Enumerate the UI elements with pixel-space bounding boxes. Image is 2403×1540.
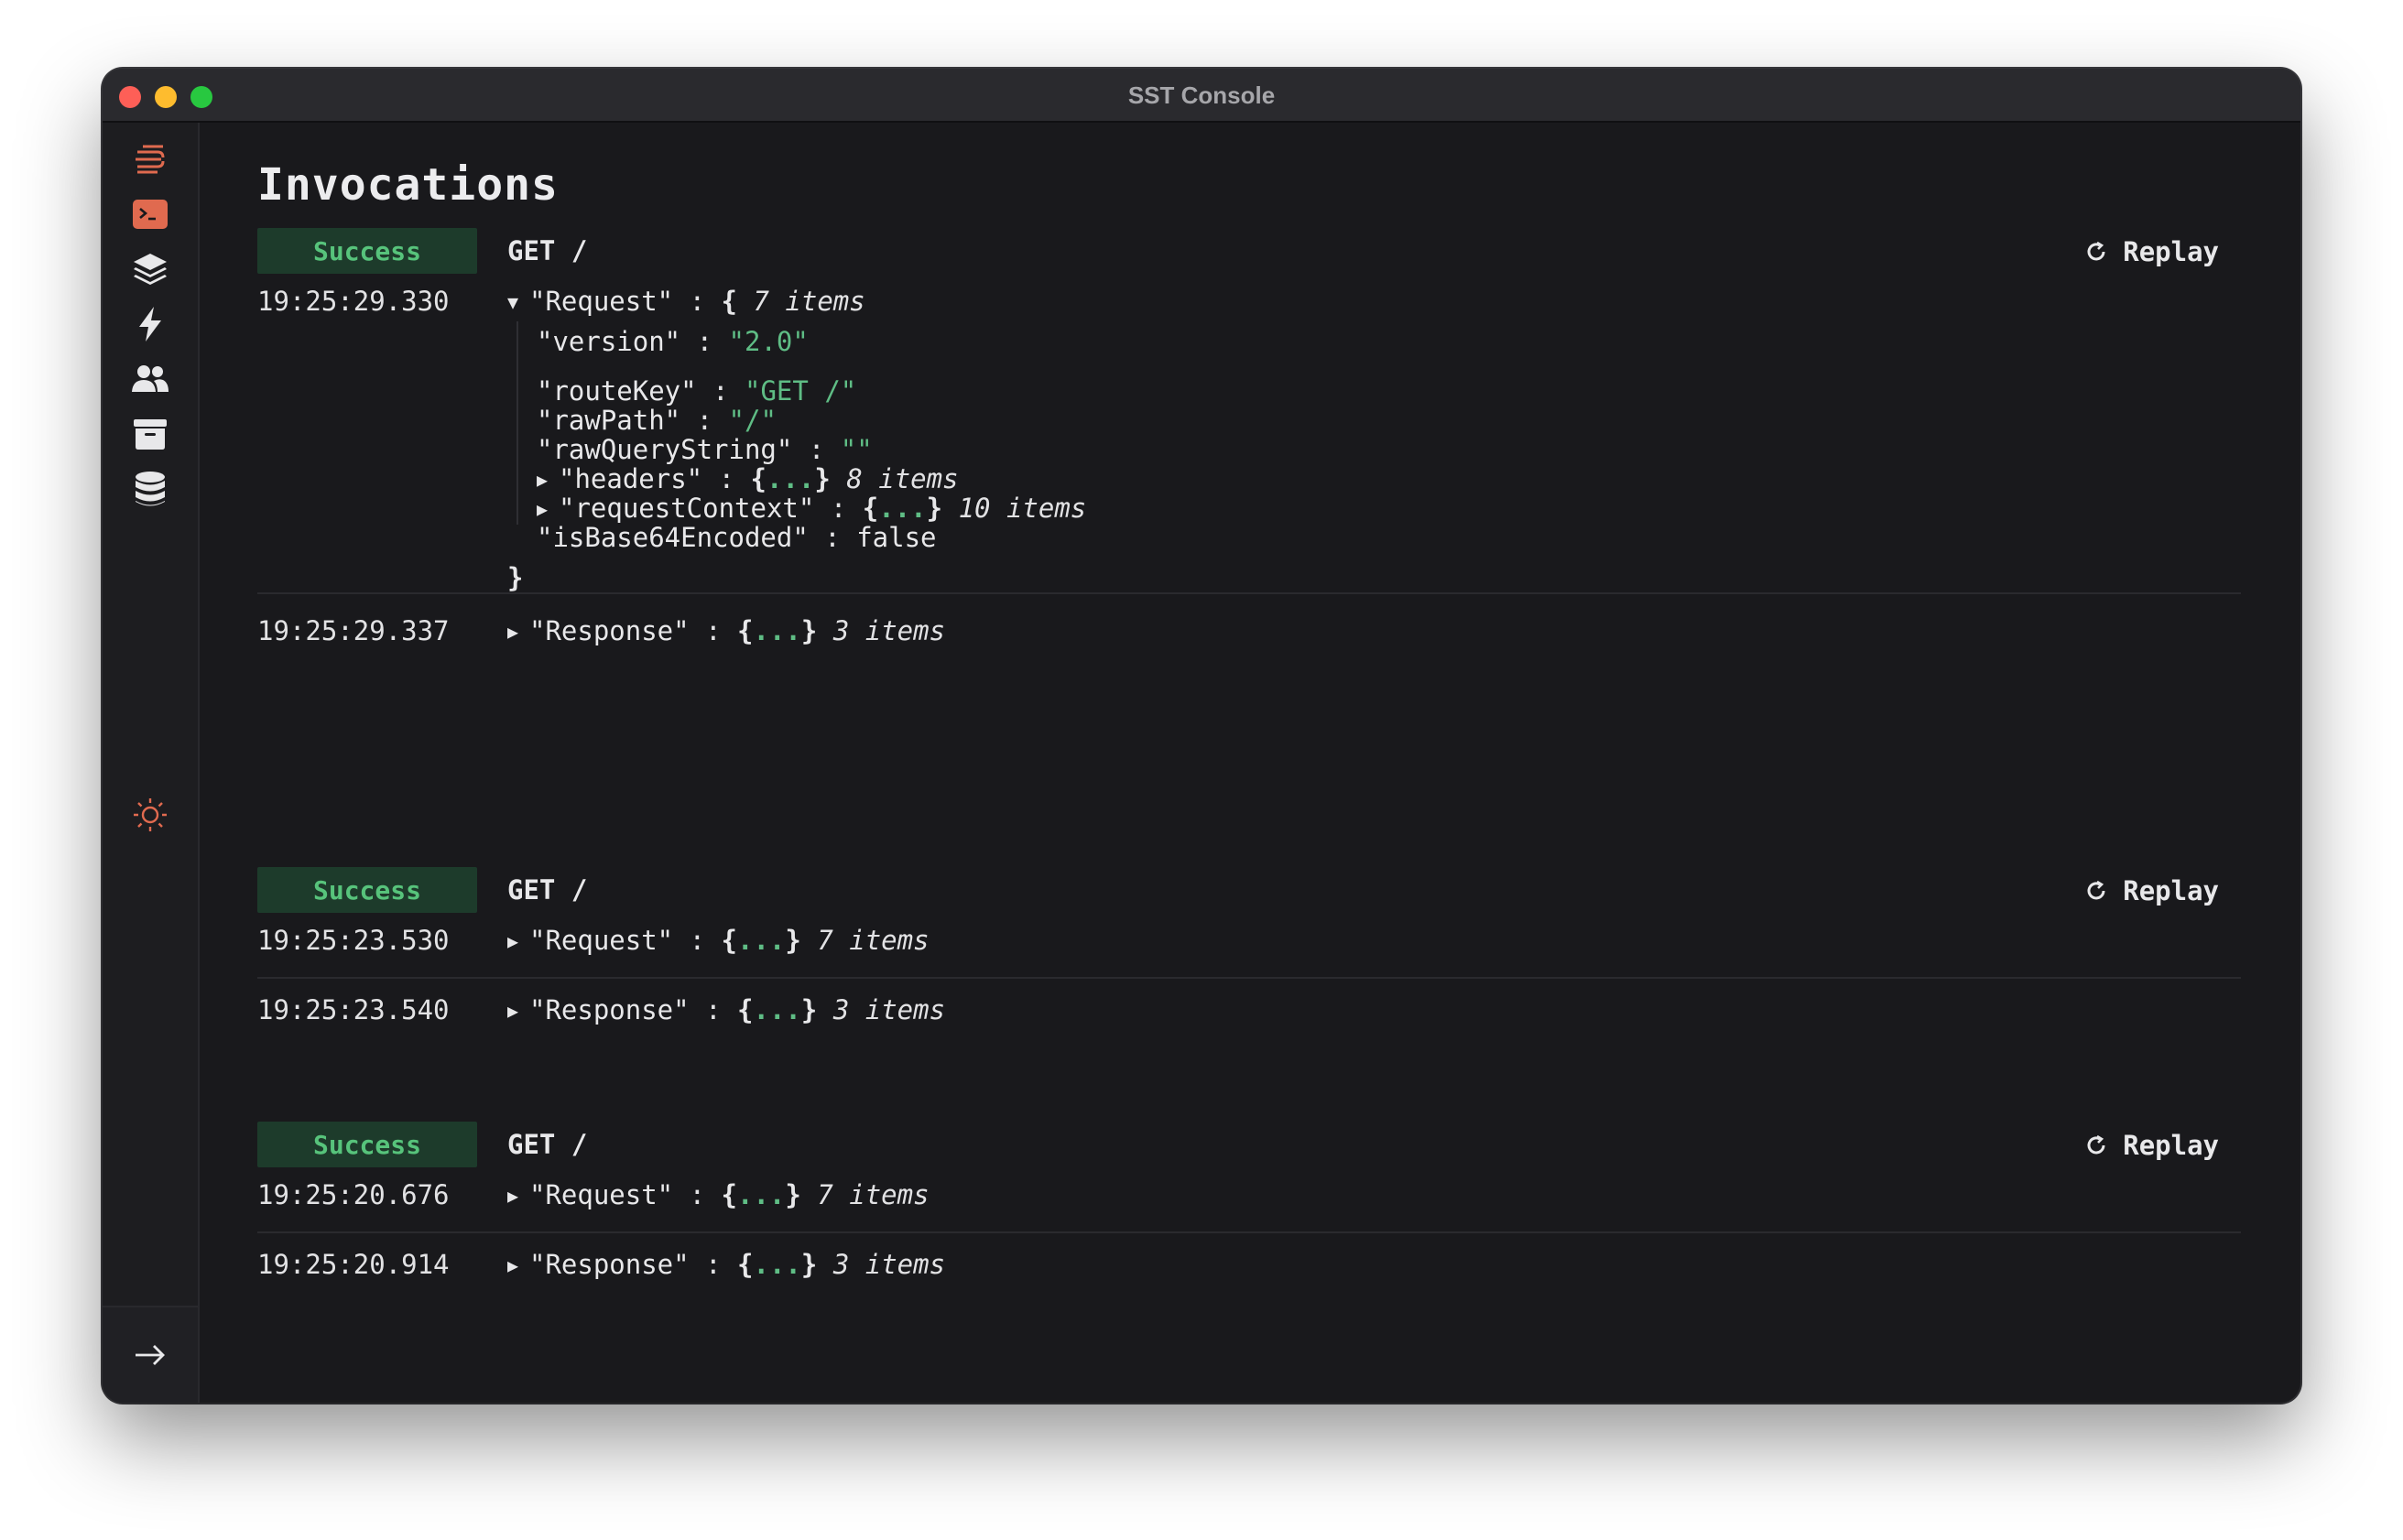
response-node[interactable]: ▶ "Response" : {...} 3 items bbox=[507, 1244, 945, 1285]
json-field-headers[interactable]: ▶ "headers" : {...} 8 items bbox=[537, 459, 1086, 494]
sidebar-footer bbox=[103, 1306, 198, 1403]
invocation-header: Success GET / Replay bbox=[257, 1122, 2241, 1167]
invocation-card: Success GET / Replay 19:25:23.530 ▶ "Requ… bbox=[257, 867, 2241, 1025]
lightning-icon[interactable] bbox=[128, 302, 172, 346]
replay-button[interactable]: Replay bbox=[2084, 233, 2219, 270]
invocation-card: Success GET / Replay 19:25:20.676 ▶ "Requ… bbox=[257, 1122, 2241, 1280]
json-field-routekey: "routeKey" : "GET /" bbox=[537, 375, 857, 407]
request-node[interactable]: ▼ "Request" : { 7 items bbox=[507, 281, 1086, 321]
json-field-isbase64encoded: "isBase64Encoded" : false bbox=[537, 522, 937, 553]
json-field-rawpath: "rawPath" : "/" bbox=[537, 405, 777, 436]
replay-label: Replay bbox=[2123, 1130, 2219, 1161]
replay-button[interactable]: Replay bbox=[2084, 1127, 2219, 1164]
page-title: Invocations bbox=[257, 159, 559, 211]
request-timestamp: 19:25:20.676 bbox=[257, 1179, 450, 1210]
row-divider bbox=[257, 1231, 2241, 1233]
refresh-icon bbox=[2087, 1134, 2105, 1155]
json-field-version: "version" : "2.0" bbox=[537, 326, 809, 357]
replay-label: Replay bbox=[2123, 236, 2219, 267]
request-timestamp: 19:25:23.530 bbox=[257, 925, 450, 956]
sst-logo-icon[interactable] bbox=[128, 137, 172, 181]
caret-down-icon[interactable]: ▼ bbox=[507, 282, 529, 322]
json-field-requestcontext[interactable]: ▶ "requestContext" : {...} 10 items bbox=[537, 488, 1086, 524]
layers-icon[interactable] bbox=[128, 247, 172, 291]
tree-guide-line bbox=[516, 321, 518, 525]
response-timestamp: 19:25:23.540 bbox=[257, 994, 450, 1025]
request-json-tree: ▼ "Request" : { 7 items "version" : "2.0"… bbox=[507, 281, 1086, 598]
request-timestamp: 19:25:29.330 bbox=[257, 286, 450, 317]
route-label: GET / bbox=[507, 1129, 588, 1160]
json-field-rawquerystring: "rawQueryString" : "" bbox=[537, 434, 873, 465]
archive-box-icon[interactable] bbox=[128, 412, 172, 456]
response-node[interactable]: ▶ "Response" : {...} 3 items bbox=[507, 990, 945, 1031]
database-icon[interactable] bbox=[128, 467, 172, 511]
route-label: GET / bbox=[507, 235, 588, 266]
row-divider bbox=[257, 592, 2241, 594]
arrow-right-icon[interactable] bbox=[128, 1333, 172, 1377]
app-window: SST Console Invocations Success GET / Re… bbox=[103, 69, 2300, 1403]
refresh-icon bbox=[2087, 241, 2105, 261]
invocation-card: Success GET / Replay 19:25:29.330 ▼ "Requ… bbox=[257, 228, 2241, 646]
main-content: Invocations Success GET / Replay 19:25:2… bbox=[200, 123, 2300, 1403]
caret-right-icon[interactable]: ▶ bbox=[507, 1176, 529, 1216]
request-node[interactable]: ▶ "Request" : {...} 7 items bbox=[507, 1175, 930, 1216]
route-label: GET / bbox=[507, 874, 588, 906]
sidebar bbox=[103, 123, 200, 1403]
response-timestamp: 19:25:20.914 bbox=[257, 1249, 450, 1280]
caret-right-icon[interactable]: ▶ bbox=[507, 921, 529, 961]
replay-label: Replay bbox=[2123, 875, 2219, 906]
title-bar: SST Console bbox=[103, 69, 2300, 123]
invocation-header: Success GET / Replay bbox=[257, 228, 2241, 274]
refresh-icon bbox=[2087, 880, 2105, 900]
response-node[interactable]: ▶ "Response" : {...} 3 items bbox=[507, 611, 945, 652]
status-badge: Success bbox=[257, 228, 477, 274]
row-divider bbox=[257, 977, 2241, 979]
status-badge: Success bbox=[257, 867, 477, 913]
users-icon[interactable] bbox=[128, 357, 172, 401]
sun-icon[interactable] bbox=[128, 793, 172, 837]
request-node[interactable]: ▶ "Request" : {...} 7 items bbox=[507, 920, 930, 961]
response-timestamp: 19:25:29.337 bbox=[257, 615, 450, 646]
terminal-icon[interactable] bbox=[128, 192, 172, 236]
status-badge: Success bbox=[257, 1122, 477, 1167]
caret-right-icon[interactable]: ▶ bbox=[507, 612, 529, 652]
invocation-header: Success GET / Replay bbox=[257, 867, 2241, 913]
caret-right-icon[interactable]: ▶ bbox=[507, 1245, 529, 1285]
replay-button[interactable]: Replay bbox=[2084, 873, 2219, 909]
caret-right-icon[interactable]: ▶ bbox=[507, 991, 529, 1031]
window-title: SST Console bbox=[1127, 81, 1276, 109]
